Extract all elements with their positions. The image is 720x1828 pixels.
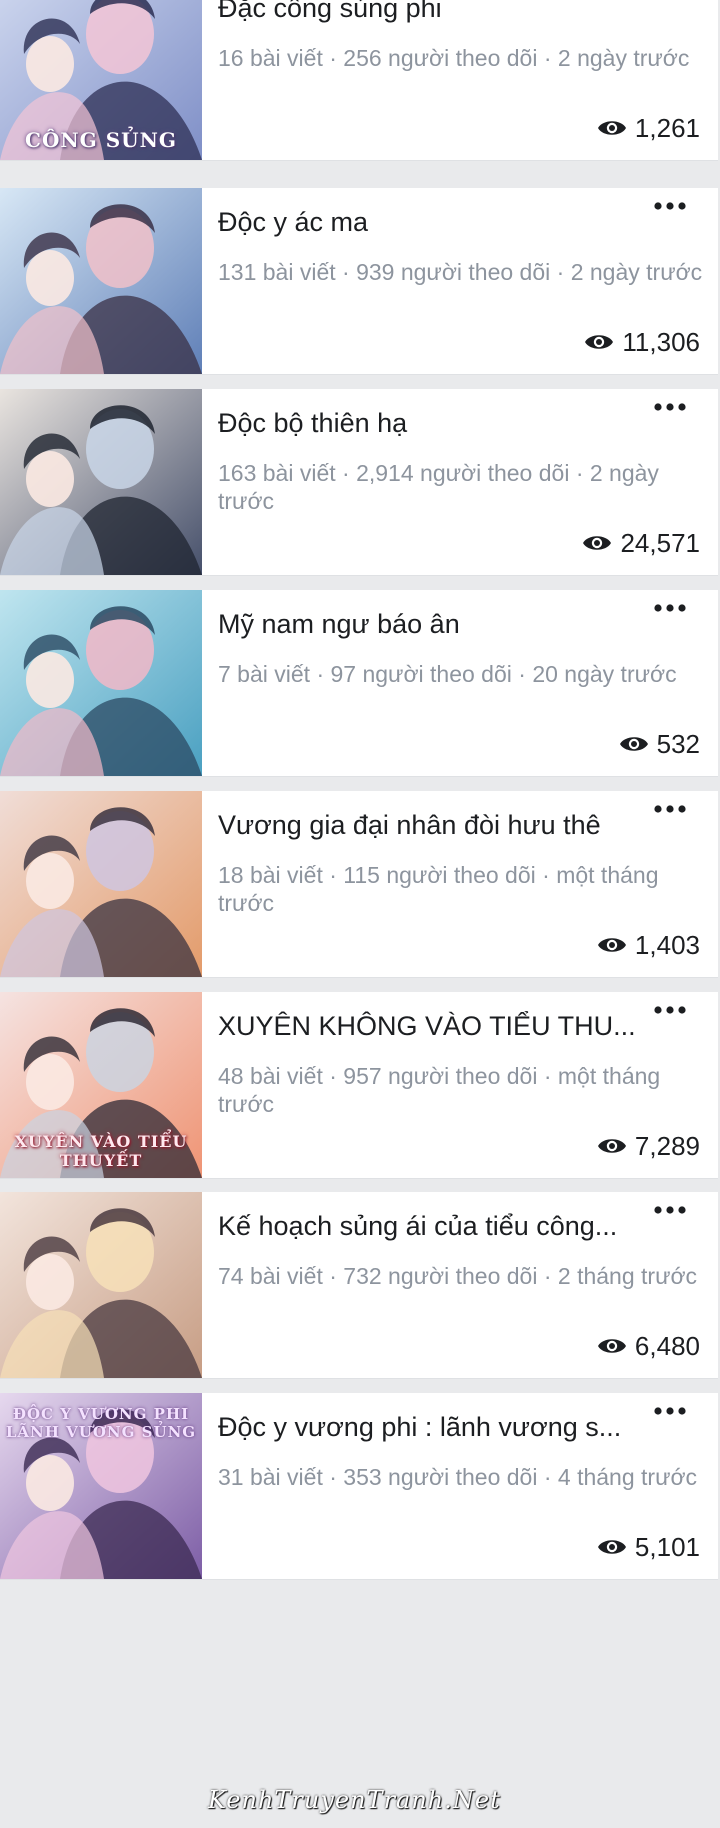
more-horizontal-icon [648, 795, 692, 823]
more-options-button[interactable] [648, 192, 692, 220]
group-title[interactable]: XUYÊN KHÔNG VÀO TIỂU THU... [218, 1010, 638, 1042]
group-title[interactable]: Đặc công sủng phi [218, 0, 638, 24]
group-card[interactable]: ĐỘC Y VƯƠNG PHI LÃNH VƯƠNG SỦNG Độc y vươ… [0, 1393, 718, 1580]
eye-icon [597, 934, 627, 956]
group-title[interactable]: Vương gia đại nhân đòi hưu thê [218, 809, 638, 841]
group-title[interactable]: Độc y vương phi : lãnh vương s... [218, 1411, 638, 1443]
cover-caption: ĐỘC Y VƯƠNG PHI LÃNH VƯƠNG SỦNG [5, 1405, 197, 1441]
more-horizontal-icon [648, 192, 692, 220]
more-horizontal-icon [648, 996, 692, 1024]
more-options-button[interactable] [648, 393, 692, 421]
group-cover-image[interactable] [0, 188, 202, 374]
group-card[interactable]: Vương gia đại nhân đòi hưu thê 18 bài viế… [0, 791, 718, 978]
eye-icon [584, 331, 614, 353]
eye-icon [597, 1536, 627, 1558]
group-cover-image[interactable] [0, 791, 202, 977]
group-cover-image[interactable] [0, 389, 202, 575]
view-count: 532 [619, 728, 700, 760]
view-count-value: 7,289 [634, 1130, 700, 1161]
group-title[interactable]: Kế hoạch sủng ái của tiểu công... [218, 1210, 638, 1242]
view-count: 6,480 [597, 1330, 700, 1362]
group-meta: 18 bài viết · 115 người theo dõi · một t… [218, 862, 659, 916]
eye-icon [597, 1135, 627, 1157]
group-meta: 131 bài viết · 939 người theo dõi · 2 ng… [218, 259, 703, 285]
group-cover-image[interactable]: ĐỘC Y VƯƠNG PHI LÃNH VƯƠNG SỦNG [0, 1393, 202, 1579]
view-count: 7,289 [597, 1130, 700, 1162]
group-meta: 31 bài viết · 353 người theo dõi · 4 thá… [218, 1464, 698, 1490]
cover-caption: XUYÊN VÀO TIỂU THUYẾT [14, 1132, 188, 1170]
view-count: 24,571 [582, 527, 700, 559]
more-options-button[interactable] [648, 1196, 692, 1224]
more-horizontal-icon [648, 594, 692, 622]
more-horizontal-icon [648, 393, 692, 421]
group-card[interactable]: CÔNG SỦNG Đặc công sủng phi 16 bài viết · … [0, 0, 718, 161]
view-count-value: 5,101 [634, 1531, 700, 1562]
view-count-value: 6,480 [634, 1330, 700, 1361]
eye-icon [597, 117, 627, 139]
view-count-value: 532 [656, 728, 700, 759]
view-count-value: 24,571 [620, 527, 700, 558]
group-meta: 48 bài viết · 957 người theo dõi · một t… [218, 1063, 661, 1117]
more-options-button[interactable] [648, 0, 692, 6]
group-title[interactable]: Độc y ác ma [218, 206, 638, 238]
group-card[interactable]: Độc bộ thiên hạ 163 bài viết · 2,914 ngườ… [0, 389, 718, 576]
more-options-button[interactable] [648, 1397, 692, 1425]
view-count: 5,101 [597, 1531, 700, 1563]
more-options-button[interactable] [648, 594, 692, 622]
group-card[interactable]: Độc y ác ma 131 bài viết · 939 người theo… [0, 188, 718, 375]
group-meta: 16 bài viết · 256 người theo dõi · 2 ngà… [218, 45, 690, 71]
group-cover-image[interactable] [0, 1192, 202, 1378]
group-card[interactable]: Mỹ nam ngư báo ân 7 bài viết · 97 người t… [0, 590, 718, 777]
group-card[interactable]: XUYÊN VÀO TIỂU THUYẾT XUYÊN KHÔNG VÀO TIỂ… [0, 992, 718, 1179]
view-count: 1,261 [597, 112, 700, 144]
more-options-button[interactable] [648, 795, 692, 823]
group-title[interactable]: Độc bộ thiên hạ [218, 407, 638, 439]
view-count: 11,306 [584, 326, 700, 358]
more-horizontal-icon [648, 1397, 692, 1425]
group-cover-image[interactable]: CÔNG SỦNG [0, 0, 202, 160]
view-count-value: 1,403 [634, 929, 700, 960]
eye-icon [597, 1335, 627, 1357]
group-cover-image[interactable] [0, 590, 202, 776]
more-horizontal-icon [648, 0, 692, 6]
view-count-value: 1,261 [634, 112, 700, 143]
view-count-value: 11,306 [622, 326, 700, 357]
watermark-text: KenhTruyenTranh.Net [208, 1786, 501, 1814]
more-options-button[interactable] [648, 996, 692, 1024]
group-meta: 7 bài viết · 97 người theo dõi · 20 ngày… [218, 661, 677, 687]
cover-caption: CÔNG SỦNG [25, 128, 177, 152]
view-count: 1,403 [597, 929, 700, 961]
group-cover-image[interactable]: XUYÊN VÀO TIỂU THUYẾT [0, 992, 202, 1178]
more-horizontal-icon [648, 1196, 692, 1224]
eye-icon [619, 733, 649, 755]
group-card[interactable]: Kế hoạch sủng ái của tiểu công... 74 bài … [0, 1192, 718, 1379]
group-title[interactable]: Mỹ nam ngư báo ân [218, 608, 638, 640]
group-meta: 163 bài viết · 2,914 người theo dõi · 2 … [218, 460, 659, 514]
eye-icon [582, 532, 612, 554]
group-meta: 74 bài viết · 732 người theo dõi · 2 thá… [218, 1263, 698, 1289]
